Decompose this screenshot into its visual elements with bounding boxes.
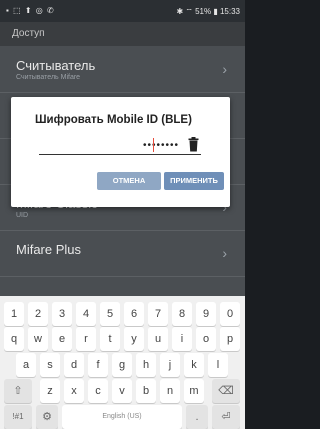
list-item-mifare-plus[interactable]: Mifare Plus › [0, 230, 245, 277]
status-system-info: ✱ ⌔ 51% ▮ 15:33 [176, 7, 240, 16]
key-x[interactable]: x [64, 379, 84, 403]
apply-button[interactable]: ПРИМЕНИТЬ [164, 172, 224, 190]
trash-icon[interactable] [188, 137, 199, 152]
key-z[interactable]: z [40, 379, 60, 403]
key-d[interactable]: d [64, 353, 84, 377]
key-1[interactable]: 1 [4, 302, 24, 326]
key-v[interactable]: v [112, 379, 132, 403]
encrypt-dialog: Шифровать Mobile ID (BLE) ОТМЕНА ПРИМЕНИ… [11, 97, 230, 207]
key-s[interactable]: s [40, 353, 60, 377]
key-8[interactable]: 8 [172, 302, 192, 326]
key-y[interactable]: y [124, 327, 144, 351]
key-q[interactable]: q [4, 327, 24, 351]
key-i[interactable]: i [172, 327, 192, 351]
key-2[interactable]: 2 [28, 302, 48, 326]
list-item-subtitle: Считыватель Mifare [16, 74, 81, 81]
symbols-key[interactable]: !#1 [4, 405, 32, 429]
dialog-title: Шифровать Mobile ID (BLE) [35, 114, 192, 126]
status-notification-icons: ▪ ⬚ ⬆ ◎ ✆ [6, 6, 55, 15]
key-t[interactable]: t [100, 327, 120, 351]
list-item-reader[interactable]: Считыватель Считыватель Mifare › [0, 46, 245, 93]
backspace-key[interactable]: ⌫ [212, 379, 240, 403]
password-field[interactable] [39, 136, 201, 155]
key-r[interactable]: r [76, 327, 96, 351]
key-b[interactable]: b [136, 379, 156, 403]
list-item-title: Считыватель [16, 58, 96, 73]
app-bar: Доступ [0, 22, 245, 46]
key-4[interactable]: 4 [76, 302, 96, 326]
key-j[interactable]: j [160, 353, 180, 377]
key-c[interactable]: c [88, 379, 108, 403]
text-cursor [153, 138, 154, 152]
settings-gear-key[interactable]: ⚙ [36, 405, 58, 429]
page-title: Доступ [12, 28, 45, 39]
key-7[interactable]: 7 [148, 302, 168, 326]
key-g[interactable]: g [112, 353, 132, 377]
cancel-button[interactable]: ОТМЕНА [97, 172, 161, 190]
key-l[interactable]: l [208, 353, 228, 377]
period-key[interactable]: . [186, 405, 208, 429]
key-0[interactable]: 0 [220, 302, 240, 326]
key-6[interactable]: 6 [124, 302, 144, 326]
key-h[interactable]: h [136, 353, 156, 377]
key-9[interactable]: 9 [196, 302, 216, 326]
enter-key[interactable]: ⏎ [212, 405, 240, 429]
chevron-right-icon: › [222, 61, 227, 77]
key-f[interactable]: f [88, 353, 108, 377]
key-m[interactable]: m [184, 379, 204, 403]
key-k[interactable]: k [184, 353, 204, 377]
space-bar[interactable]: English (US) [62, 405, 182, 429]
key-e[interactable]: e [52, 327, 72, 351]
key-n[interactable]: n [160, 379, 180, 403]
shift-key[interactable]: ⇧ [4, 379, 32, 403]
password-input[interactable] [39, 136, 181, 154]
key-5[interactable]: 5 [100, 302, 120, 326]
key-o[interactable]: o [196, 327, 216, 351]
key-w[interactable]: w [28, 327, 48, 351]
key-u[interactable]: u [148, 327, 168, 351]
chevron-right-icon: › [222, 245, 227, 261]
key-3[interactable]: 3 [52, 302, 72, 326]
list-item-title: Mifare Plus [16, 242, 82, 257]
key-a[interactable]: a [16, 353, 36, 377]
list-item-subtitle: UID [16, 212, 29, 219]
soft-keyboard: 1 2 3 4 5 6 7 8 9 0 q w e r t y u i o p … [0, 296, 245, 429]
key-p[interactable]: p [220, 327, 240, 351]
status-bar: ▪ ⬚ ⬆ ◎ ✆ ✱ ⌔ 51% ▮ 15:33 [0, 0, 245, 22]
